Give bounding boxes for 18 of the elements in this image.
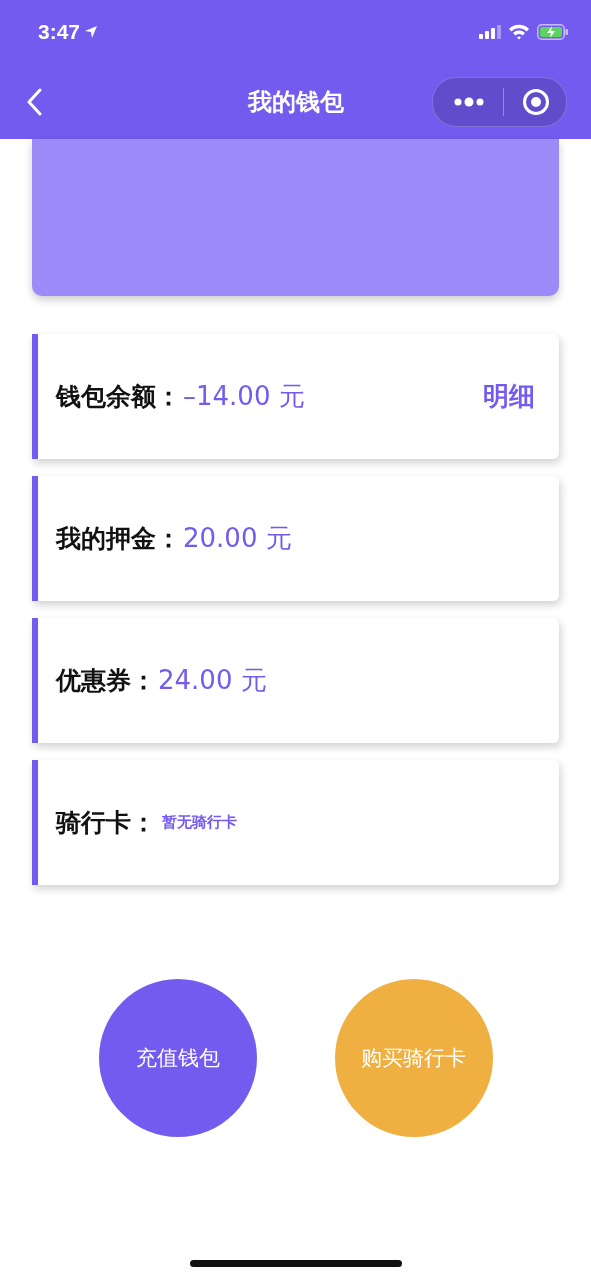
item-value: 暂无骑行卡	[162, 813, 237, 832]
item-value: 24.00 元	[158, 664, 267, 697]
back-icon[interactable]	[26, 87, 42, 116]
item-label: 骑行卡：	[56, 807, 156, 839]
location-arrow-icon	[84, 25, 99, 39]
item-label: 我的押金：	[56, 523, 181, 555]
details-link[interactable]: 明细	[483, 379, 535, 414]
action-button[interactable]: 充值钱包	[98, 979, 257, 1137]
battery-icon	[537, 24, 569, 40]
signal-icon	[479, 25, 501, 39]
status-time: 3:47	[38, 20, 81, 44]
item-label: 优惠券：	[56, 665, 156, 697]
item-value: –14.00 元	[183, 380, 305, 413]
item-value: 20.00 元	[183, 522, 292, 555]
more-icon[interactable]	[453, 96, 485, 107]
wifi-icon	[508, 24, 530, 40]
page-title: 我的钱包	[246, 86, 345, 118]
item-label: 钱包余额：	[56, 381, 181, 413]
